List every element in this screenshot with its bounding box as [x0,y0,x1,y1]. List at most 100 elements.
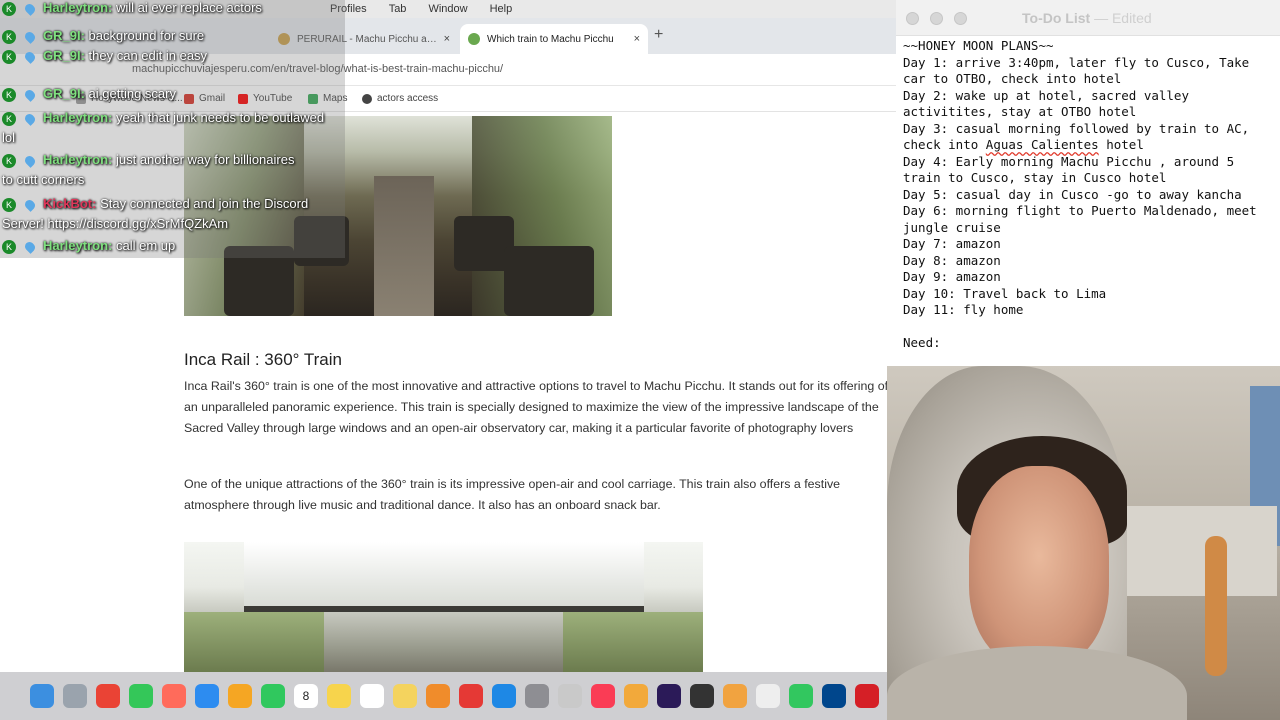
chat-username: GR_9I: [43,86,85,101]
chat-text: will ai ever replace actors [115,0,262,15]
heart-badge-icon [23,153,37,168]
note-line: Day 9: amazon [903,269,1001,284]
chat-message: K GR_9I: background for sure [2,26,347,46]
note-line: Day 3: casual morning followed by train … [903,120,1257,153]
pages-icon[interactable] [426,684,450,708]
note-line: Day 5: casual day in Cusco -go to away k… [903,186,1242,202]
tab-close-icon[interactable]: × [444,33,450,45]
stickies-icon[interactable] [393,684,417,708]
notes-icon[interactable] [327,684,351,708]
actors-access-icon [362,93,372,104]
note-line: ~~HONEY MOON PLANS~~ [903,38,1054,53]
note-line: Need: [903,335,941,350]
notes-text-area[interactable]: ~~HONEY MOON PLANS~~ Day 1: arrive 3:40pm… [903,38,1277,352]
notes-title: To-Do List — Edited [1022,10,1152,26]
chat-username: Harleytron: [43,238,113,253]
piano-icon[interactable] [690,684,714,708]
article-heading: Inca Rail : 360° Train [184,350,342,369]
minimize-window-icon[interactable] [930,12,943,25]
chat-username: Harleytron: [43,152,113,167]
numbers-icon[interactable] [789,684,813,708]
notes-window: To-Do List — Edited ~~HONEY MOON PLANS~~… [896,0,1280,366]
chat-username: KickBot: [43,196,97,211]
chat-username: GR_9I: [43,48,85,63]
site-favicon-icon [468,33,480,45]
appstore-icon[interactable] [195,684,219,708]
note-line: Day 7: amazon [903,236,1001,251]
note-line [903,319,1277,336]
chat-text: call em up [115,238,176,253]
launchpad-icon[interactable] [63,684,87,708]
chat-text: background for sure [88,28,205,43]
pencil-icon[interactable] [723,684,747,708]
tab-label: Which train to Machu Picchu [487,33,614,45]
chat-username: Harleytron: [43,110,113,125]
tab-which-train[interactable]: Which train to Machu Picchu × [460,24,648,54]
music-icon[interactable] [591,684,615,708]
note-line: Day 10: Travel back to Lima [903,285,1107,301]
textedit-icon[interactable] [756,684,780,708]
kick-badge-icon: K [2,239,16,254]
dock: 8 [0,672,896,720]
close-window-icon[interactable] [906,12,919,25]
kick-badge-icon: K [2,1,16,16]
finder-icon[interactable] [30,684,54,708]
fruit-icon[interactable] [624,684,648,708]
heart-badge-icon [23,49,37,64]
article-paragraph: Inca Rail's 360° train is one of the mos… [184,379,889,435]
bookmark-actors-access[interactable]: actors access [362,93,438,104]
preview-icon[interactable] [558,684,582,708]
note-line: Day 4: Early morning Machu Picchu , arou… [903,153,1242,186]
chat-overlay: K Harleytron: will ai ever replace actors… [0,0,345,258]
chat-username: GR_9I: [43,28,85,43]
heart-badge-icon [23,197,37,212]
chrome-icon[interactable] [96,684,120,708]
note-line: Day 11: fly home [903,302,1024,317]
photos-icon[interactable] [228,684,252,708]
bookmark-label: actors access [377,93,439,104]
heart-badge-icon [23,87,37,102]
mail-icon[interactable] [162,684,186,708]
panoramic-train-photo [184,542,703,672]
appstore2-icon[interactable] [492,684,516,708]
kick-badge-icon: K [2,29,16,44]
heart-badge-icon [23,29,37,44]
kick-badge-icon: K [2,49,16,64]
article-paragraph: One of the unique attractions of the 360… [184,477,841,512]
heart-badge-icon [23,111,37,126]
settings-icon[interactable] [525,684,549,708]
note-line: Day 2: wake up at hotel, sacred valley a… [903,87,1197,120]
chat-message: K Harleytron: yeah that junk needs to be … [2,108,332,148]
zoom-window-icon[interactable] [954,12,967,25]
photoshop-icon[interactable] [822,684,846,708]
chat-text: ai getting scary [88,86,176,101]
reminders-icon[interactable] [360,684,384,708]
heart-badge-icon [23,239,37,254]
chat-message: K KickBot: Stay connected and join the Di… [2,194,342,234]
messages-icon[interactable] [129,684,153,708]
acrobat-icon[interactable] [855,684,879,708]
webcam-feed [887,366,1280,720]
heart-badge-icon [23,1,37,16]
menu-window[interactable]: Window [428,3,467,15]
chat-text: they can edit in easy [88,48,208,63]
kick-badge-icon: K [2,153,16,168]
new-tab-button[interactable]: + [654,26,663,44]
chat-message: K Harleytron: will ai ever replace actors [2,0,347,18]
chat-message: K Harleytron: just another way for billio… [2,150,302,190]
kick-badge-icon: K [2,111,16,126]
calendar-icon[interactable]: 8 [294,684,318,708]
tab-close-icon[interactable]: × [634,33,640,45]
menu-help[interactable]: Help [490,3,513,15]
premiere-icon[interactable] [657,684,681,708]
notes-titlebar: To-Do List — Edited [896,0,1280,36]
chat-message: K GR_9I: ai getting scary [2,84,347,104]
note-line: Day 6: morning flight to Puerto Maldenad… [903,203,1265,235]
facetime-icon[interactable] [261,684,285,708]
news-icon[interactable] [459,684,483,708]
spellcheck-underline: Aguas Calientes [985,137,1099,152]
chat-username: Harleytron: [43,0,113,15]
kick-badge-icon: K [2,87,16,102]
chat-message: K Harleytron: call em up [2,236,347,256]
menu-tab[interactable]: Tab [389,3,407,15]
